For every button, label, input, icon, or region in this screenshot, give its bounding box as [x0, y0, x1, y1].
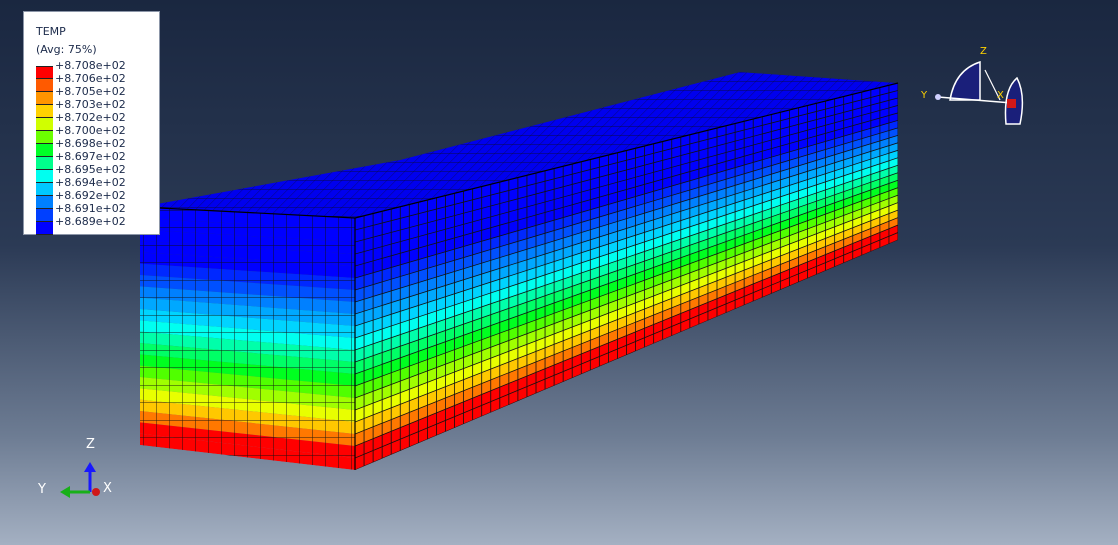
- legend-title: TEMP: [36, 25, 66, 38]
- triad-z-label: Z: [86, 437, 95, 452]
- axis-triad: [60, 462, 100, 498]
- legend-label: +8.694e+02: [55, 176, 126, 189]
- contour-legend[interactable]: TEMP (Avg: 75%) +8.708e+02 +8.706e+02 +8…: [23, 11, 160, 235]
- legend-label: +8.695e+02: [55, 163, 126, 176]
- legend-label: +8.692e+02: [55, 189, 126, 202]
- legend-label: +8.700e+02: [55, 124, 126, 137]
- legend-swatch: [36, 222, 53, 235]
- legend-label: +8.706e+02: [55, 72, 126, 85]
- legend-label: +8.705e+02: [55, 85, 126, 98]
- model-viewport[interactable]: [0, 0, 1118, 545]
- legend-color-swatches: [36, 66, 53, 235]
- temperature-contour-model: [139, 72, 899, 470]
- legend-swatch: [36, 170, 53, 183]
- view-cube-x-label: X: [997, 90, 1004, 101]
- legend-label: +8.703e+02: [55, 98, 126, 111]
- legend-label: +8.708e+02: [55, 59, 126, 72]
- legend-swatch: [36, 79, 53, 92]
- legend-subtitle: (Avg: 75%): [36, 43, 97, 56]
- view-cube-y-label: Y: [921, 90, 928, 101]
- legend-swatch: [36, 66, 53, 79]
- legend-label: +8.689e+02: [55, 215, 126, 228]
- legend-label: +8.698e+02: [55, 137, 126, 150]
- triad-x-label: X: [103, 481, 112, 496]
- legend-swatch: [36, 144, 53, 157]
- legend-swatch: [36, 157, 53, 170]
- view-orientation-widget[interactable]: [935, 60, 1024, 125]
- legend-swatch: [36, 105, 53, 118]
- legend-label: +8.702e+02: [55, 111, 126, 124]
- triad-y-label: Y: [38, 482, 46, 497]
- legend-swatch: [36, 131, 53, 144]
- legend-swatch: [36, 209, 53, 222]
- legend-label: +8.691e+02: [55, 202, 126, 215]
- legend-swatch: [36, 183, 53, 196]
- legend-swatch: [36, 196, 53, 209]
- view-cube-z-label: Z: [980, 46, 987, 57]
- legend-value-labels: +8.708e+02 +8.706e+02 +8.705e+02 +8.703e…: [55, 59, 126, 228]
- legend-swatch: [36, 118, 53, 131]
- legend-label: +8.697e+02: [55, 150, 126, 163]
- legend-swatch: [36, 92, 53, 105]
